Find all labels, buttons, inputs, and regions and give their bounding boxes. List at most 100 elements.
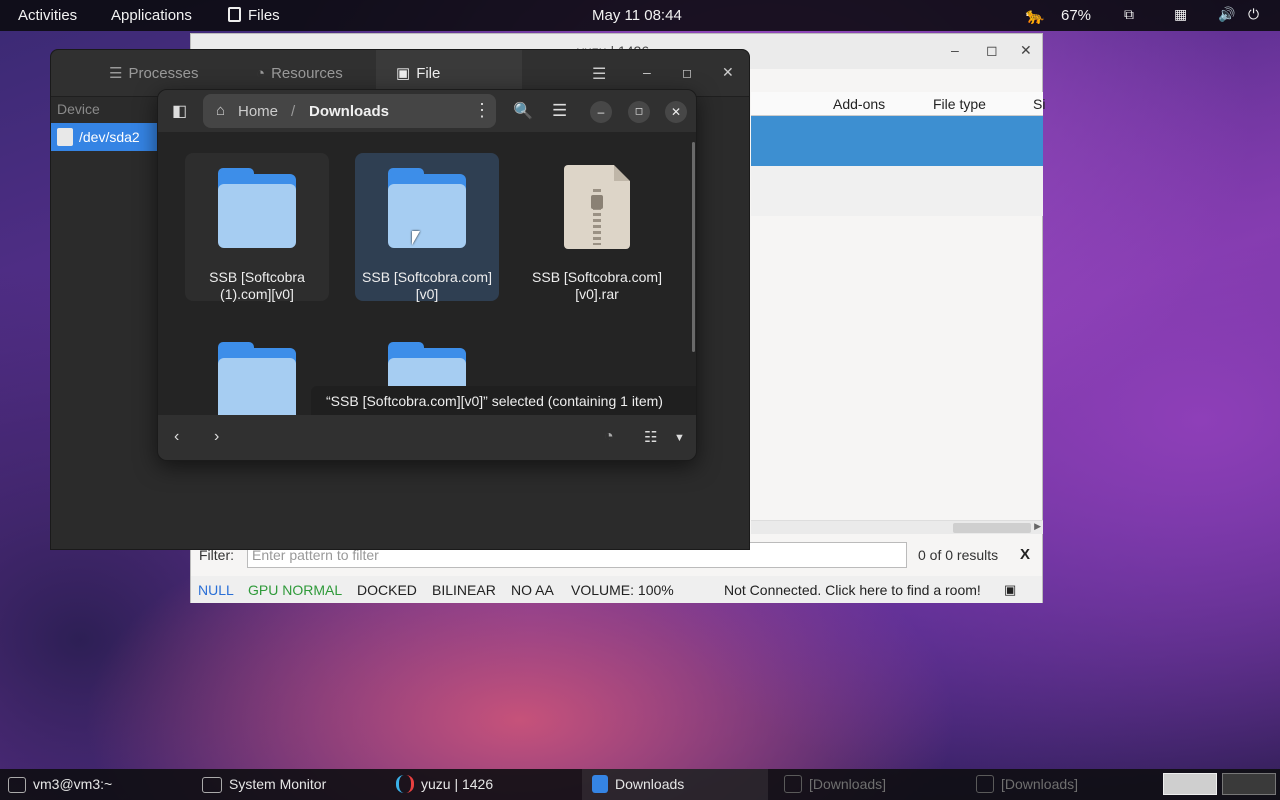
path-current[interactable]: Downloads <box>309 103 389 120</box>
power-icon[interactable]: ⏻ <box>1248 6 1259 23</box>
files-app-menu[interactable]: Files <box>228 7 280 24</box>
archive-icon <box>564 165 630 249</box>
menu-icon[interactable]: ☰ <box>552 101 567 121</box>
vertical-scrollbar[interactable] <box>692 142 695 352</box>
mouse-cursor-icon <box>412 231 420 245</box>
clock[interactable]: May 11 08:44 <box>592 7 682 24</box>
tab-resources-label: Resources <box>271 65 343 82</box>
file-item[interactable] <box>185 327 329 422</box>
task-system-monitor-label: System Monitor <box>229 776 327 792</box>
menu-icon[interactable]: ☰ <box>592 64 606 84</box>
task-yuzu[interactable]: yuzu | 1426 <box>396 769 493 800</box>
files-icon <box>784 775 802 793</box>
task-downloads-3-label: [Downloads] <box>1001 776 1079 792</box>
volume-icon[interactable]: 🔊 <box>1218 6 1235 23</box>
task-terminal-label: vm3@vm3:~ <box>33 776 113 792</box>
progress-icon[interactable]: ◔ <box>604 428 614 446</box>
list-icon: ☰ <box>109 65 123 82</box>
system-monitor-icon <box>202 777 222 793</box>
terminal-icon <box>8 777 26 793</box>
workspace-1[interactable] <box>1163 773 1217 795</box>
scrollbar-thumb[interactable] <box>953 523 1031 533</box>
game-row[interactable] <box>751 166 1043 216</box>
files-footer: ‹ › ◔ ☷ ▼ <box>158 415 696 460</box>
folder-icon <box>218 168 296 248</box>
status-filter[interactable]: BILINEAR <box>432 582 496 598</box>
maximize-icon[interactable]: ◻ <box>986 42 998 59</box>
path-bar[interactable]: ⌂ Home / Downloads ⋮ <box>203 94 496 128</box>
minimize-icon[interactable]: – <box>643 64 651 80</box>
scroll-right-icon[interactable]: ▶ <box>1034 521 1041 532</box>
path-home[interactable]: Home <box>238 103 278 120</box>
horizontal-scrollbar[interactable]: ▶ <box>751 520 1043 534</box>
task-yuzu-label: yuzu | 1426 <box>421 776 494 792</box>
device-name: /dev/sda2 <box>79 129 140 145</box>
list-view-icon[interactable]: ☷ <box>644 428 657 446</box>
column-addons[interactable]: Add-ons <box>833 96 885 112</box>
activities-button[interactable]: Activities <box>18 7 77 24</box>
file-item[interactable]: SSB [Softcobra.com][v0].rar <box>525 153 669 319</box>
more-options-icon[interactable]: ⋮ <box>473 100 491 121</box>
files-icon <box>976 775 994 793</box>
file-item-name: SSB [Softcobra.com][v0] <box>362 269 492 302</box>
chevron-down-icon[interactable]: ▼ <box>674 432 685 444</box>
task-system-monitor[interactable]: System Monitor <box>202 769 326 800</box>
folder-icon <box>218 342 296 422</box>
minimize-icon[interactable]: – <box>590 101 612 123</box>
game-list-header: Add-ons File type Si <box>751 92 1045 116</box>
task-downloads-2[interactable]: [Downloads] <box>784 769 886 800</box>
top-bar: Activities Applications Files May 11 08:… <box>0 0 1280 31</box>
back-icon[interactable]: ‹ <box>174 428 179 446</box>
file-item[interactable]: SSB [Softcobra (1).com][v0] <box>185 153 329 302</box>
close-icon[interactable]: ✕ <box>722 64 734 81</box>
file-item-name: SSB [Softcobra (1).com][v0] <box>209 269 305 302</box>
column-size[interactable]: Si <box>1033 96 1045 112</box>
maximize-icon[interactable]: ◻ <box>628 101 650 123</box>
room-status[interactable]: Not Connected. Click here to find a room… <box>724 582 981 598</box>
game-row-selected[interactable] <box>751 116 1043 166</box>
tab-processes-label: Processes <box>128 65 199 82</box>
task-downloads-3[interactable]: [Downloads] <box>976 769 1078 800</box>
selection-status: “SSB [Softcobra.com][v0]” selected (cont… <box>311 386 696 416</box>
task-downloads-label: Downloads <box>615 776 685 792</box>
sound-app-icon[interactable]: 🐆 <box>1025 6 1045 26</box>
status-aa[interactable]: NO AA <box>511 582 554 598</box>
drive-icon <box>57 128 73 146</box>
files-icon <box>592 775 608 793</box>
minimize-icon[interactable]: – <box>951 42 959 58</box>
file-item-name: SSB [Softcobra.com][v0].rar <box>532 269 662 302</box>
status-docked[interactable]: DOCKED <box>357 582 417 598</box>
forward-icon[interactable]: › <box>214 428 219 446</box>
home-icon: ⌂ <box>216 102 226 119</box>
status-null[interactable]: NULL <box>198 582 234 598</box>
status-gpu[interactable]: GPU NORMAL <box>248 582 342 598</box>
column-device[interactable]: Device <box>57 101 100 117</box>
task-downloads[interactable]: Downloads <box>582 769 768 800</box>
gauge-icon: ◔ <box>256 65 266 82</box>
path-separator: / <box>291 103 296 120</box>
task-terminal[interactable]: vm3@vm3:~ <box>8 769 112 800</box>
room-icon[interactable]: ▣ <box>1004 582 1016 598</box>
files-header[interactable]: ◧ ⌂ Home / Downloads ⋮ 🔍 ☰ – ◻ ✕ <box>158 90 696 132</box>
maximize-icon[interactable]: ◻ <box>682 66 692 80</box>
battery-percent[interactable]: 67% <box>1061 7 1091 24</box>
workspace-2[interactable] <box>1222 773 1276 795</box>
status-volume[interactable]: VOLUME: 100% <box>571 582 674 598</box>
close-icon[interactable]: ✕ <box>1020 42 1032 59</box>
device-row[interactable]: /dev/sda2 <box>51 123 161 151</box>
column-file-type[interactable]: File type <box>933 96 986 112</box>
yuzu-statusbar: NULL GPU NORMAL DOCKED BILINEAR NO AA VO… <box>191 576 1042 603</box>
layout-icon[interactable]: ▦ <box>1174 6 1187 23</box>
folder-icon <box>388 168 466 248</box>
files-window: ◧ ⌂ Home / Downloads ⋮ 🔍 ☰ – ◻ ✕ SSB [So… <box>157 89 697 461</box>
files-app-label: Files <box>248 7 280 24</box>
sidebar-toggle-icon[interactable]: ◧ <box>172 101 187 121</box>
search-icon[interactable]: 🔍 <box>513 101 533 121</box>
clipboard-icon[interactable]: ⧉ <box>1124 6 1134 23</box>
taskbar: vm3@vm3:~ System Monitor yuzu | 1426 Dow… <box>0 769 1280 800</box>
clear-filter-button[interactable]: X <box>1020 546 1030 563</box>
applications-menu[interactable]: Applications <box>111 7 192 24</box>
close-icon[interactable]: ✕ <box>665 101 687 123</box>
file-item-selected[interactable]: SSB [Softcobra.com][v0] <box>355 153 499 302</box>
yuzu-icon <box>396 775 414 793</box>
